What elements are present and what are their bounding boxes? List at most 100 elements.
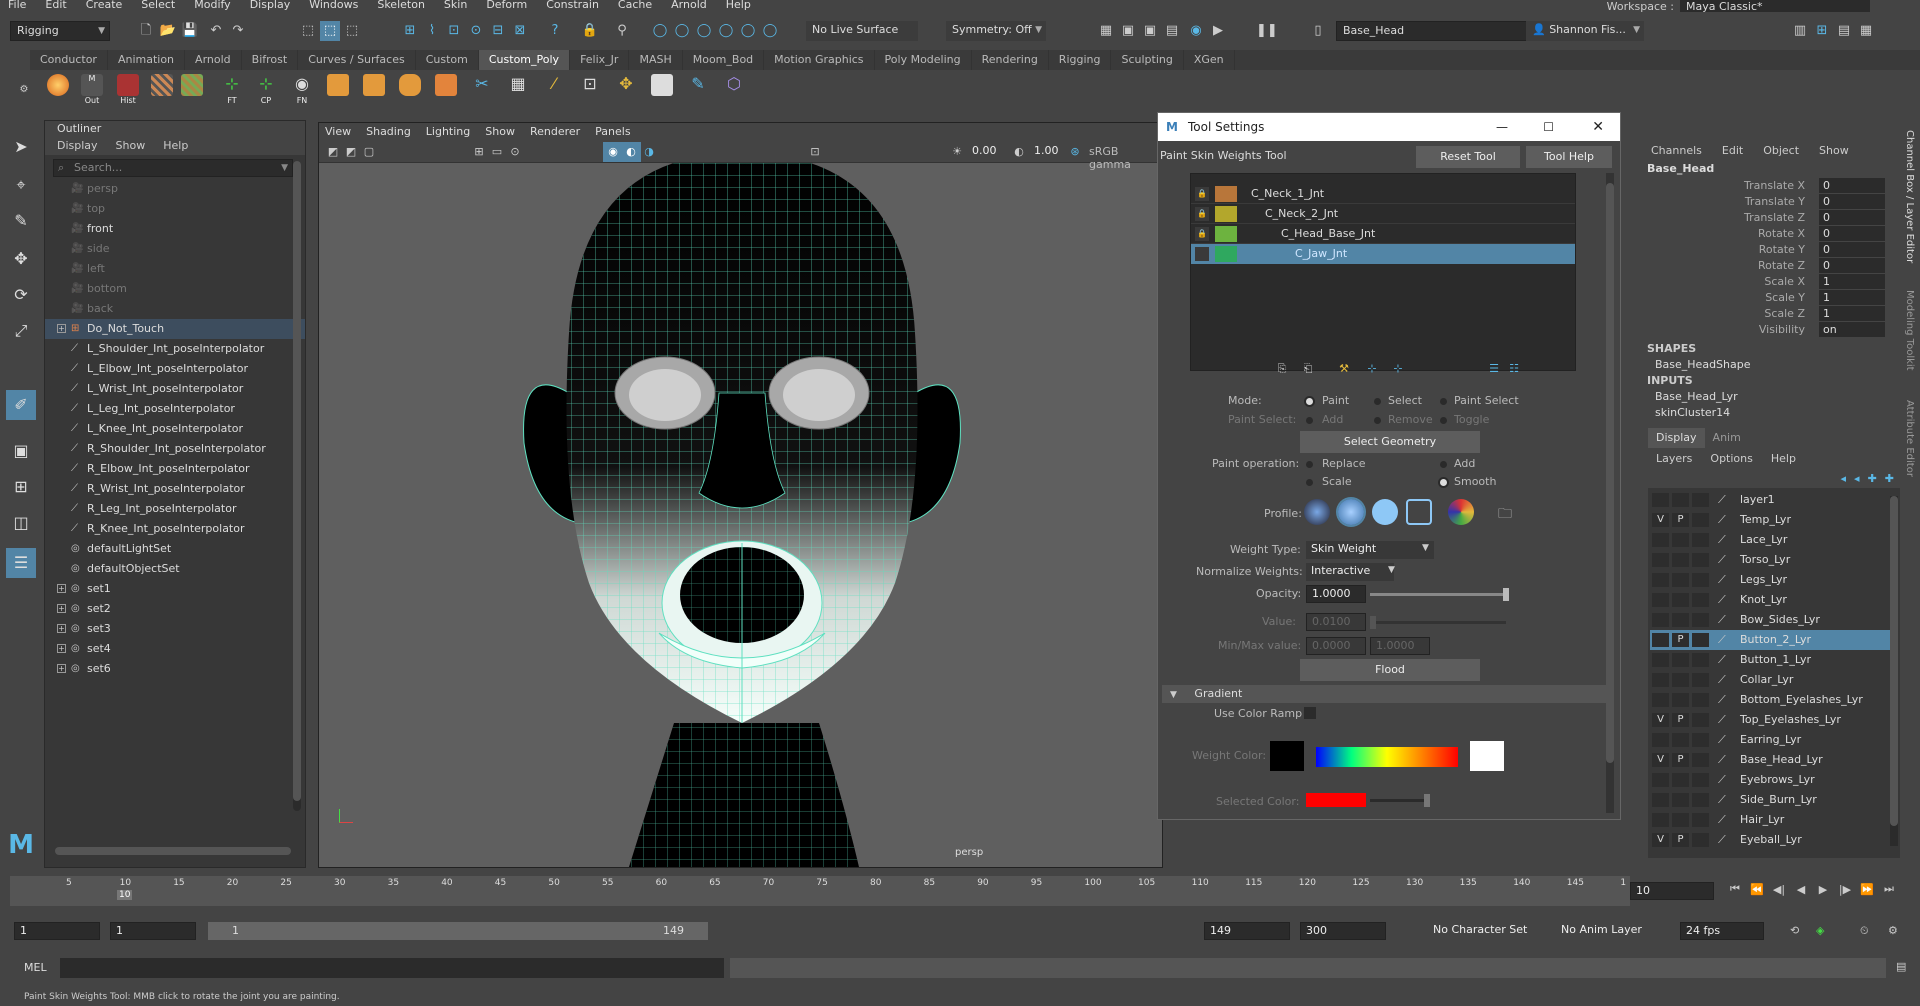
shelf-cp-button[interactable]: ⊹ CP bbox=[252, 74, 280, 105]
minimize-icon[interactable]: — bbox=[1496, 113, 1508, 141]
profile-square-icon[interactable] bbox=[1406, 499, 1432, 525]
select-tool-icon[interactable]: ➤ bbox=[6, 132, 36, 162]
redo-icon[interactable]: ↷ bbox=[228, 21, 248, 41]
color-management-icon[interactable]: ⊛ bbox=[1065, 142, 1085, 162]
menu-select[interactable]: Select bbox=[141, 0, 175, 10]
layer-visibility-toggle[interactable] bbox=[1652, 793, 1669, 807]
outliner-item[interactable]: + ◎ set4 bbox=[45, 639, 305, 659]
shelf-smooth-button[interactable] bbox=[648, 74, 676, 104]
menu-file[interactable]: File bbox=[8, 0, 26, 10]
time-slider[interactable]: 5 10 15 20 25 30 35 40 45 50 55 60 65 70 75 80 85 90 95 100… bbox=[0, 876, 1920, 906]
layer-row[interactable]: V P ⟋ Top_Eyelashes_Lyr bbox=[1650, 710, 1890, 730]
grid-toggle-icon[interactable]: ⊞ bbox=[469, 142, 489, 162]
shelf-bevel-button[interactable]: ⊡ bbox=[576, 74, 604, 104]
layer-display-type-toggle[interactable] bbox=[1692, 493, 1709, 507]
rotate-tool-icon[interactable]: ⟳ bbox=[6, 280, 36, 310]
lock-icon[interactable]: 🔒 bbox=[580, 21, 600, 41]
influence-row[interactable]: 🔒 C_Head_Base_Jnt bbox=[1191, 224, 1575, 244]
expand-icon[interactable]: + bbox=[57, 624, 66, 633]
min-field[interactable]: 0.0000 bbox=[1306, 637, 1366, 655]
paint-select-remove-radio[interactable] bbox=[1374, 417, 1381, 424]
move-weights-icon[interactable]: ⊹ bbox=[1362, 359, 1382, 379]
exposure-field[interactable]: 0.00 bbox=[967, 143, 1007, 161]
expand-icon[interactable]: + bbox=[57, 644, 66, 653]
outliner-item[interactable]: 🎥 bottom bbox=[45, 279, 305, 299]
step-back-key-icon[interactable]: ⏪ bbox=[1746, 883, 1768, 896]
anim-layer-dropdown[interactable]: No Anim Layer bbox=[1556, 922, 1656, 940]
current-frame-field[interactable]: 10 bbox=[1630, 882, 1714, 900]
script-language-label[interactable]: MEL bbox=[24, 961, 47, 974]
render-view-icon[interactable]: ▦ bbox=[1096, 21, 1116, 41]
animation-end-field[interactable]: 300 bbox=[1300, 922, 1386, 940]
layer-display-type-toggle[interactable] bbox=[1692, 573, 1709, 587]
shelf-multicut-button[interactable]: ✂ bbox=[468, 74, 496, 104]
influence-color-swatch[interactable] bbox=[1215, 206, 1237, 222]
layer-playback-toggle[interactable]: P bbox=[1672, 833, 1689, 847]
channel-value-field[interactable]: 0 bbox=[1819, 258, 1885, 273]
shelf-box-button[interactable] bbox=[360, 74, 388, 104]
viewport-menu-show[interactable]: Show bbox=[485, 123, 515, 141]
layer-color-icon[interactable]: ⟋ bbox=[1718, 490, 1726, 510]
layer-row[interactable]: ⟋ Earring_Lyr bbox=[1650, 730, 1890, 750]
paint-op-smooth-radio[interactable] bbox=[1440, 479, 1447, 486]
shelf-sculpt-button[interactable]: ✎ bbox=[684, 74, 712, 104]
layer-visibility-toggle[interactable] bbox=[1652, 653, 1669, 667]
layer-row[interactable]: ⟋ Legs_Lyr bbox=[1650, 570, 1890, 590]
layer-visibility-toggle[interactable] bbox=[1652, 733, 1669, 747]
playback-start-field[interactable]: 1 bbox=[110, 922, 196, 940]
outliner-layout-icon[interactable]: ☰ bbox=[6, 548, 36, 578]
layer-playback-toggle[interactable] bbox=[1672, 553, 1689, 567]
gamma-icon[interactable]: ◐ bbox=[1009, 142, 1029, 162]
camera-attributes-icon[interactable]: ◩ bbox=[341, 142, 361, 162]
menu-arnold[interactable]: Arnold bbox=[671, 0, 707, 10]
channel-value-field[interactable]: 0 bbox=[1819, 242, 1885, 257]
layer-playback-toggle[interactable] bbox=[1672, 773, 1689, 787]
move-layer-up-icon[interactable]: ◂ bbox=[1841, 472, 1847, 485]
paste-weights-icon[interactable]: ⎗ bbox=[1298, 359, 1318, 379]
opacity-slider-handle[interactable] bbox=[1503, 588, 1509, 601]
lock-icon[interactable] bbox=[1195, 247, 1209, 261]
channel-row[interactable]: Scale Y 1 bbox=[1643, 290, 1893, 306]
shelf-cylinder-button[interactable] bbox=[396, 74, 424, 104]
layer-playback-toggle[interactable]: P bbox=[1672, 753, 1689, 767]
channel-row[interactable]: Translate X 0 bbox=[1643, 178, 1893, 194]
script-editor-icon[interactable]: ▤ bbox=[1896, 960, 1906, 973]
menu-skin[interactable]: Skin bbox=[444, 0, 467, 10]
toggle-modeling-toolkit-icon[interactable]: ▥ bbox=[1790, 21, 1810, 41]
render-settings-icon[interactable]: ▤ bbox=[1162, 21, 1182, 41]
shelf-ft-button[interactable]: ⊹ FT bbox=[218, 74, 246, 105]
layer-playback-toggle[interactable] bbox=[1672, 673, 1689, 687]
outliner-scrollbar[interactable] bbox=[293, 161, 301, 811]
shelf-tab-xgen[interactable]: XGen bbox=[1184, 50, 1235, 70]
layer-playback-toggle[interactable]: P bbox=[1672, 513, 1689, 527]
shelf-render-sphere-button[interactable] bbox=[44, 74, 72, 104]
viewport-menu-shading[interactable]: Shading bbox=[366, 123, 411, 141]
tool-settings-titlebar[interactable]: M Tool Settings — ☐ ✕ bbox=[1158, 113, 1620, 141]
shelf-menu-icon[interactable]: ⚙ bbox=[14, 80, 34, 100]
range-bar[interactable]: 1 149 bbox=[208, 922, 708, 940]
shelf-tab-motion-graphics[interactable]: Motion Graphics bbox=[764, 50, 875, 70]
fps-dropdown[interactable]: 24 fps bbox=[1680, 922, 1764, 940]
shelf-knife-button[interactable]: ⁄ bbox=[540, 74, 568, 104]
layer-color-icon[interactable]: ⟋ bbox=[1718, 510, 1726, 530]
magnet-icon[interactable]: ◯ bbox=[672, 21, 692, 41]
smooth-shade-icon[interactable]: ◐ bbox=[621, 142, 641, 162]
two-view-layout-icon[interactable]: ◫ bbox=[6, 508, 36, 538]
weight-type-dropdown[interactable]: Skin Weight bbox=[1306, 541, 1434, 559]
layer-row[interactable]: ⟋ layer1 bbox=[1650, 490, 1890, 510]
shelf-tab-felix-jr[interactable]: Felix_Jr bbox=[570, 50, 630, 70]
outliner-item[interactable]: ⟋ L_Knee_Int_poseInterpolator bbox=[45, 419, 305, 439]
channel-row[interactable]: Rotate Y 0 bbox=[1643, 242, 1893, 258]
layer-color-icon[interactable]: ⟋ bbox=[1718, 550, 1726, 570]
history-icon[interactable]: ⚲ bbox=[612, 21, 632, 41]
paint-weights-tool-icon[interactable]: ✐ bbox=[6, 390, 36, 420]
outliner-item[interactable]: + ⊞ Do_Not_Touch bbox=[45, 319, 305, 339]
profile-soft-icon[interactable] bbox=[1338, 499, 1364, 525]
layer-playback-toggle[interactable] bbox=[1672, 733, 1689, 747]
outliner-item[interactable]: 🎥 front bbox=[45, 219, 305, 239]
weight-color-white-swatch[interactable] bbox=[1470, 741, 1504, 771]
menu-modify[interactable]: Modify bbox=[194, 0, 230, 10]
layer-playback-toggle[interactable] bbox=[1672, 533, 1689, 547]
influence-color-swatch[interactable] bbox=[1215, 246, 1237, 262]
object-name-field[interactable]: Base_Head bbox=[1336, 21, 1532, 41]
